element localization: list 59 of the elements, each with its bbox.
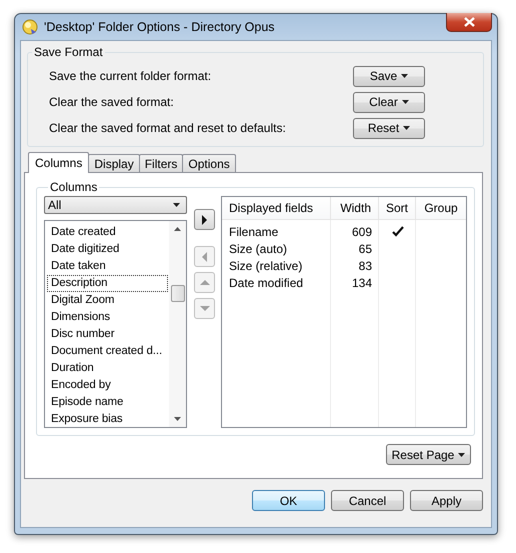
right-arrow-icon	[202, 214, 207, 224]
dropdown-button[interactable]: Clear	[353, 92, 425, 112]
close-icon	[464, 17, 474, 27]
filter-dropdown[interactable]: All	[44, 196, 187, 214]
caret-icon	[401, 74, 408, 78]
option-label: Save the current folder format:	[49, 69, 212, 83]
table-cell-text: 134	[350, 274, 373, 291]
scroll-thumb[interactable]	[170, 285, 184, 302]
caret-icon	[402, 100, 409, 104]
group-title: Columns	[49, 180, 98, 194]
list-item[interactable]: Duration	[47, 360, 168, 377]
dialog-button[interactable]: Cancel	[331, 490, 404, 511]
up-arrow-icon	[200, 280, 210, 285]
window-title: 'Desktop' Folder Options - Directory Opus	[44, 20, 275, 34]
move-button[interactable]	[194, 209, 215, 230]
scroll-up-icon	[174, 227, 181, 231]
table-cell-text: 83	[358, 258, 373, 274]
list-item[interactable]: Encoded by	[47, 377, 168, 394]
app-icon	[22, 19, 38, 35]
list-item[interactable]: Date digitized	[47, 241, 168, 258]
list-item[interactable]: Digital Zoom	[47, 292, 168, 309]
table-cell-text: 65	[358, 240, 373, 257]
list-item[interactable]: Date taken	[47, 258, 168, 275]
scroll-down-icon	[174, 417, 181, 421]
list-item[interactable]: Episode name	[47, 394, 168, 411]
tab[interactable]: Filters	[138, 154, 184, 172]
dialog-button[interactable]: OK	[252, 490, 325, 511]
tab[interactable]: Display	[88, 154, 140, 172]
dropdown-button[interactable]: Reset	[353, 118, 425, 138]
dialog-button[interactable]: Apply	[410, 490, 483, 511]
tab[interactable]: Options	[182, 154, 236, 172]
table-cell-text: 609	[350, 224, 373, 240]
list-item[interactable]: Date created	[47, 224, 168, 241]
list-item[interactable]: Exposure bias	[47, 411, 168, 427]
option-label: Clear the saved format and reset to defaults:	[49, 121, 286, 135]
table-cell-text: Date modified	[228, 274, 304, 291]
down-arrow-icon	[200, 306, 210, 311]
list-item[interactable]: Document created d...	[47, 343, 168, 360]
table-cell-text: Filename	[228, 224, 280, 240]
column-header[interactable]: Sort	[379, 197, 416, 219]
group-title: Save Format	[33, 45, 104, 59]
dropdown-button[interactable]: Reset Page	[386, 444, 471, 465]
caret-icon	[173, 203, 180, 207]
tab[interactable]: Columns	[28, 152, 90, 173]
left-arrow-icon	[202, 252, 207, 262]
list-item[interactable]: Dimensions	[47, 309, 168, 326]
list-item[interactable]: Description	[47, 275, 168, 292]
close-button[interactable]	[446, 13, 492, 32]
option-label: Clear the saved format:	[49, 95, 174, 109]
table-cell-text: Size (relative)	[228, 258, 304, 274]
table-cell-text: Size (auto)	[228, 240, 288, 257]
scrollbar[interactable]	[169, 221, 186, 427]
caret-icon	[458, 452, 466, 456]
dropdown-button[interactable]: Save	[353, 66, 425, 86]
list-item[interactable]: Disc number	[47, 326, 168, 343]
column-header[interactable]: Displayed fields	[222, 197, 331, 219]
column-header[interactable]: Width	[331, 197, 379, 219]
column-header[interactable]: Group	[416, 197, 466, 219]
caret-icon	[403, 126, 410, 130]
